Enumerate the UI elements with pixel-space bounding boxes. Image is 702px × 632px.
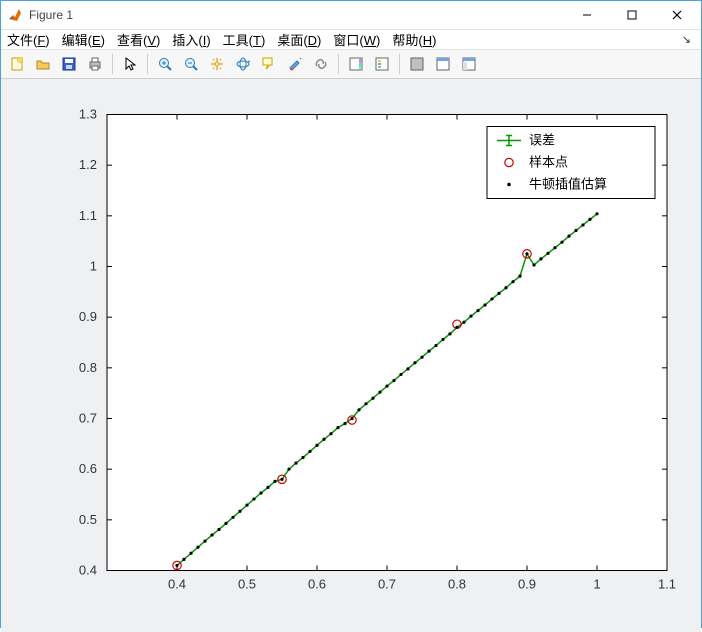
toolbar bbox=[1, 50, 701, 79]
svg-text:误差: 误差 bbox=[529, 133, 555, 148]
svg-text:0.4: 0.4 bbox=[79, 563, 97, 578]
print-button[interactable] bbox=[83, 52, 107, 76]
svg-text:0.8: 0.8 bbox=[448, 577, 466, 592]
dock-icon[interactable]: ↘ bbox=[682, 33, 695, 46]
close-button[interactable] bbox=[654, 1, 699, 29]
maximize-button[interactable] bbox=[609, 1, 654, 29]
menu-file[interactable]: 文件(F) bbox=[7, 30, 50, 49]
window-title: Figure 1 bbox=[29, 8, 73, 22]
svg-text:0.4: 0.4 bbox=[168, 577, 186, 592]
svg-text:0.9: 0.9 bbox=[79, 309, 97, 324]
svg-text:0.6: 0.6 bbox=[308, 577, 326, 592]
menu-help[interactable]: 帮助(H) bbox=[392, 30, 436, 49]
menu-window[interactable]: 窗口(W) bbox=[333, 30, 380, 49]
rotate3d-button[interactable] bbox=[231, 52, 255, 76]
svg-text:牛顿插值估算: 牛顿插值估算 bbox=[529, 177, 607, 192]
zoom-in-button[interactable] bbox=[153, 52, 177, 76]
titlebar: Figure 1 bbox=[1, 1, 701, 30]
dock-figure-button[interactable] bbox=[431, 52, 455, 76]
svg-text:0.7: 0.7 bbox=[79, 411, 97, 426]
svg-text:0.9: 0.9 bbox=[518, 577, 536, 592]
hide-plot-tools-button[interactable] bbox=[405, 52, 429, 76]
menu-desktop[interactable]: 桌面(D) bbox=[277, 30, 321, 49]
figure-canvas: 0.4 0.5 0.6 0.7 0.8 0.9 1 1.1 0.4 0.5 0.6 0.7 0.8 0.… bbox=[1, 79, 701, 632]
separator bbox=[338, 54, 339, 74]
link-button[interactable] bbox=[309, 52, 333, 76]
matlab-icon bbox=[7, 7, 23, 23]
svg-text:1.3: 1.3 bbox=[79, 107, 97, 122]
insert-colorbar-button[interactable] bbox=[344, 52, 368, 76]
brush-button[interactable] bbox=[283, 52, 307, 76]
svg-text:0.5: 0.5 bbox=[79, 512, 97, 527]
minimize-button[interactable] bbox=[564, 1, 609, 29]
figure-window: Figure 1 文件(F) 编辑(E) 查看(V) 插入(I) 工具(T) 桌… bbox=[0, 0, 702, 628]
legend[interactable]: 误差样本点牛顿插值估算 bbox=[487, 127, 655, 199]
pointer-button[interactable] bbox=[118, 52, 142, 76]
pan-button[interactable] bbox=[205, 52, 229, 76]
svg-text:0.5: 0.5 bbox=[238, 577, 256, 592]
new-figure-button[interactable] bbox=[5, 52, 29, 76]
menu-tools[interactable]: 工具(T) bbox=[223, 30, 266, 49]
open-button[interactable] bbox=[31, 52, 55, 76]
separator bbox=[147, 54, 148, 74]
svg-text:1: 1 bbox=[593, 577, 600, 592]
separator bbox=[399, 54, 400, 74]
menu-edit[interactable]: 编辑(E) bbox=[62, 30, 105, 49]
show-plot-tools-button[interactable] bbox=[457, 52, 481, 76]
svg-text:1.2: 1.2 bbox=[79, 157, 97, 172]
svg-text:0.6: 0.6 bbox=[79, 461, 97, 476]
svg-text:1.1: 1.1 bbox=[658, 577, 676, 592]
save-button[interactable] bbox=[57, 52, 81, 76]
datatip-button[interactable] bbox=[257, 52, 281, 76]
svg-text:1.1: 1.1 bbox=[79, 208, 97, 223]
menu-view[interactable]: 查看(V) bbox=[117, 30, 160, 49]
separator bbox=[112, 54, 113, 74]
menubar: 文件(F) 编辑(E) 查看(V) 插入(I) 工具(T) 桌面(D) 窗口(W… bbox=[1, 30, 701, 50]
axes[interactable]: 0.4 0.5 0.6 0.7 0.8 0.9 1 1.1 0.4 0.5 0.6 0.7 0.8 0.… bbox=[11, 89, 691, 622]
plot-svg: 0.4 0.5 0.6 0.7 0.8 0.9 1 1.1 0.4 0.5 0.6 0.7 0.8 0.… bbox=[11, 89, 691, 622]
menu-insert[interactable]: 插入(I) bbox=[172, 30, 210, 49]
svg-text:0.8: 0.8 bbox=[79, 360, 97, 375]
insert-legend-button[interactable] bbox=[370, 52, 394, 76]
zoom-out-button[interactable] bbox=[179, 52, 203, 76]
svg-text:0.7: 0.7 bbox=[378, 577, 396, 592]
svg-text:1: 1 bbox=[90, 259, 97, 274]
svg-text:样本点: 样本点 bbox=[529, 155, 568, 170]
